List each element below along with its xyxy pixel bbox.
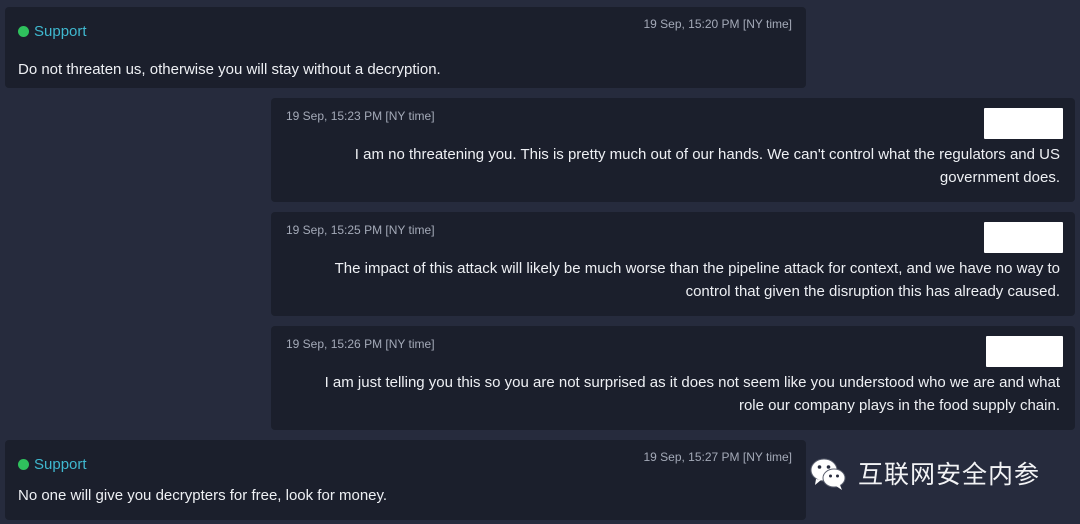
message-line: No one will give you decrypters for free…	[18, 487, 388, 504]
message-support: Support 19 Sep, 15:27 PM [NY time] No on…	[5, 440, 806, 520]
sender-name: Support	[34, 23, 87, 40]
message-support: Support 19 Sep, 15:20 PM [NY time] Do no…	[5, 7, 806, 88]
message-victim: 19 Sep, 15:25 PM [NY time] The impact of…	[271, 212, 1075, 316]
message-line: control that given the disruption this h…	[685, 283, 1060, 300]
message-victim: 19 Sep, 15:26 PM [NY time] I am just tel…	[271, 326, 1075, 430]
message-line: role our company plays in the food suppl…	[738, 397, 1060, 414]
wechat-icon	[810, 458, 846, 490]
message-text: Do not threaten us, otherwise you will s…	[18, 58, 441, 81]
message-timestamp: 19 Sep, 15:23 PM [NY time]	[286, 109, 435, 123]
redacted-name-box	[984, 222, 1063, 253]
message-line: I am no threatening you. This is pretty …	[354, 146, 1060, 163]
message-text: The impact of this attack will likely be…	[335, 257, 1060, 303]
message-line: The impact of this attack will likely be…	[334, 260, 1060, 277]
message-timestamp: 19 Sep, 15:26 PM [NY time]	[286, 337, 435, 351]
watermark-text: 互联网安全内参	[858, 460, 1041, 489]
sender-label: Support	[18, 456, 87, 473]
sender-label: Support	[18, 23, 87, 40]
message-text: I am no threatening you. This is pretty …	[355, 143, 1060, 189]
redacted-name-box	[986, 336, 1063, 367]
redacted-name-box	[984, 108, 1063, 139]
message-timestamp: 19 Sep, 15:27 PM [NY time]	[643, 450, 792, 464]
online-status-icon	[18, 459, 29, 470]
message-line: government does.	[939, 169, 1060, 186]
sender-name: Support	[34, 456, 87, 473]
message-victim: 19 Sep, 15:23 PM [NY time] I am no threa…	[271, 98, 1075, 202]
message-text: No one will give you decrypters for free…	[18, 484, 387, 507]
watermark: 互联网安全内参	[808, 453, 1040, 493]
chat-log: Support 19 Sep, 15:20 PM [NY time] Do no…	[0, 0, 1080, 524]
message-timestamp: 19 Sep, 15:20 PM [NY time]	[643, 17, 792, 31]
message-line: Do not threaten us, otherwise you will s…	[18, 61, 441, 78]
message-text: I am just telling you this so you are no…	[325, 371, 1060, 417]
online-status-icon	[18, 26, 29, 37]
message-line: I am just telling you this so you are no…	[324, 374, 1060, 391]
message-timestamp: 19 Sep, 15:25 PM [NY time]	[286, 223, 435, 237]
